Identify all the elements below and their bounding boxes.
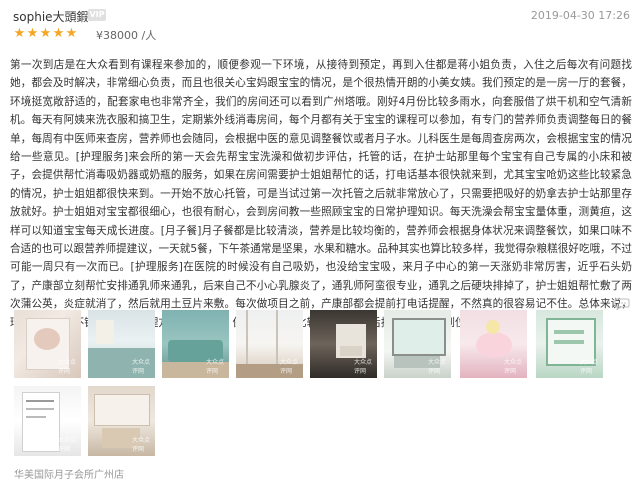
- review-photo[interactable]: 大众点评网: [310, 310, 377, 378]
- review-photo[interactable]: 大众点评网: [14, 310, 81, 378]
- review-photo[interactable]: 大众点评网: [460, 310, 527, 378]
- review-header: sophie大頭鍜 VIP 2019-04-30 17:26 ★★★★★ ¥38…: [0, 0, 640, 52]
- review-photo[interactable]: 大众点评网: [162, 310, 229, 378]
- review-photo[interactable]: 大众点评网: [14, 386, 81, 456]
- review-date: 2019-04-30 17:26: [530, 9, 630, 22]
- vip-badge: VIP: [88, 9, 106, 21]
- price-per-person: ¥38000 /人: [96, 29, 157, 42]
- star-icon: ★: [39, 26, 52, 41]
- review-photo[interactable]: 大众点评网: [384, 310, 451, 378]
- review-photo[interactable]: 大众点评网: [236, 310, 303, 378]
- star-icon: ★: [26, 26, 39, 41]
- star-icon: ★: [52, 26, 65, 41]
- star-icon: ★: [13, 26, 26, 41]
- review-body: 第一次到店是在大众看到有课程来参加的，顺便参观一下环境，从接待到预定，再到入住都…: [10, 59, 632, 329]
- star-icon: ★: [65, 26, 78, 41]
- review-photo[interactable]: 大众点评网: [536, 310, 603, 378]
- username[interactable]: sophie大頭鍜: [13, 8, 89, 25]
- review-photo[interactable]: 大众点评网: [88, 386, 155, 456]
- rating-stars: ★★★★★: [13, 27, 78, 40]
- review-photo[interactable]: 大众点评网: [88, 310, 155, 378]
- comment-icon[interactable]: [614, 298, 630, 310]
